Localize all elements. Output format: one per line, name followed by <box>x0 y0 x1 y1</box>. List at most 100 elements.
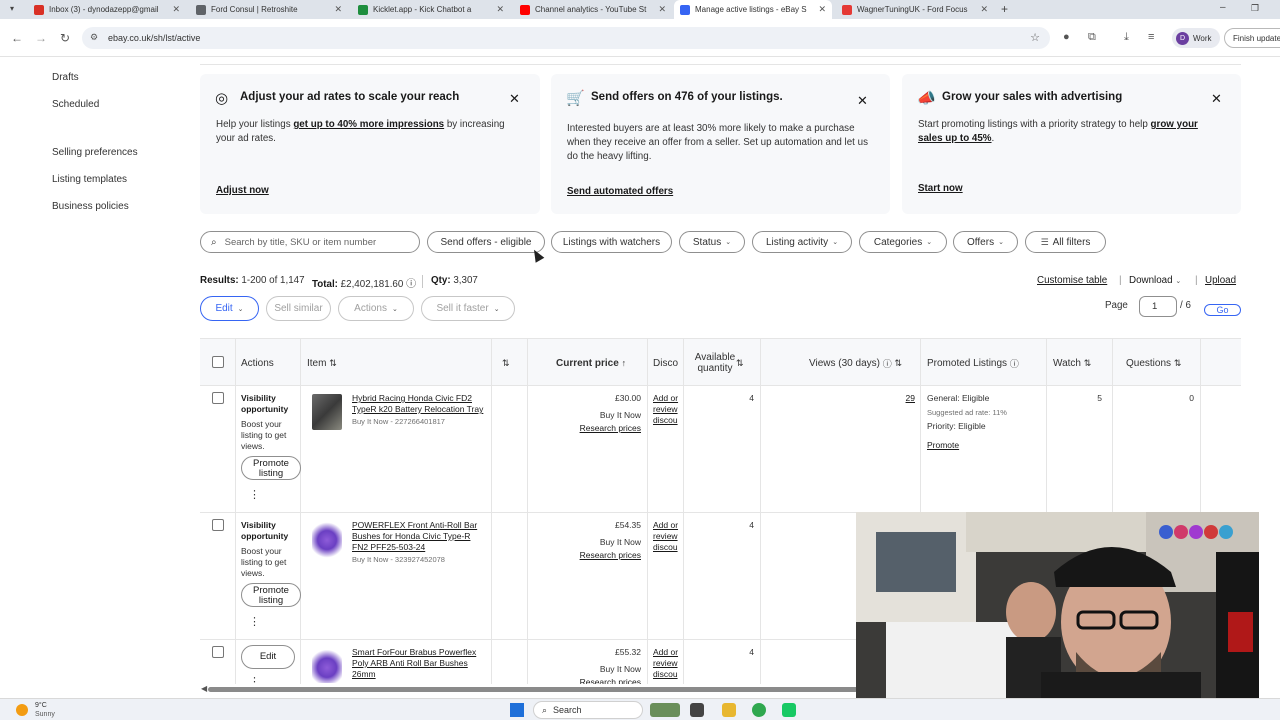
research-prices-link[interactable]: Research prices <box>533 550 641 561</box>
sidebar-item-drafts[interactable]: Drafts <box>52 72 79 83</box>
profile-button[interactable]: D Work <box>1172 28 1220 48</box>
filter-send-offers-eligible[interactable]: Send offers - eligible <box>427 231 545 253</box>
actions-button[interactable]: Actions ⌄ <box>338 296 414 321</box>
tab-list-chevron-icon[interactable]: ▾ <box>10 4 14 13</box>
sell-similar-button[interactable]: Sell similar <box>266 296 331 321</box>
row-checkbox[interactable] <box>212 519 224 531</box>
chrome-icon[interactable] <box>752 703 766 717</box>
edit-button[interactable]: Edit ⌄ <box>200 296 259 321</box>
column-watchers[interactable]: Watch ⇅ <box>1053 339 1091 387</box>
column-questions[interactable]: Questions ⇅ <box>1126 339 1181 387</box>
edit-listing-button[interactable]: Edit <box>241 645 295 669</box>
download-menu[interactable]: Download ⌄ <box>1129 275 1181 286</box>
reload-icon[interactable]: ↻ <box>60 31 70 45</box>
discount-link[interactable]: Add or review discou <box>653 647 683 683</box>
upload-link[interactable]: Upload <box>1205 275 1236 286</box>
tab-label: Manage active listings - eBay S <box>695 5 807 14</box>
sidebar-item-business-policies[interactable]: Business policies <box>52 201 129 212</box>
filter-status[interactable]: Status ⌄ <box>679 231 745 253</box>
tab-ebay-active[interactable]: Manage active listings - eBay S ✕ <box>674 0 832 19</box>
extensions-puzzle-icon[interactable]: ⧉ <box>1088 31 1096 44</box>
menu-queue-icon[interactable]: ≡ <box>1148 31 1154 43</box>
site-info-icon[interactable]: ⚙ <box>90 32 98 43</box>
sort-icon[interactable]: ⇅ <box>502 339 510 387</box>
filter-listing-activity[interactable]: Listing activity ⌄ <box>752 231 852 253</box>
more-options-icon[interactable]: ⋮ <box>249 488 260 501</box>
tab-label: WagnerTuningUK - Ford Focus <box>857 5 968 14</box>
listing-search-input[interactable]: ⌕ Search by title, SKU or item number <box>200 231 420 253</box>
column-promoted-listings[interactable]: Promoted Listings ⓘ <box>927 339 1019 387</box>
adjust-now-link[interactable]: Adjust now <box>216 185 269 196</box>
sort-icon[interactable]: ⇅ <box>736 339 744 387</box>
close-icon[interactable]: ✕ <box>172 4 180 15</box>
item-title[interactable]: Smart ForFour Brabus Powerflex Poly ARB … <box>352 647 487 683</box>
more-options-icon[interactable]: ⋮ <box>249 615 260 628</box>
info-icon[interactable]: ⓘ <box>406 279 416 290</box>
item-title[interactable]: Hybrid Racing Honda Civic FD2 TypeR k20 … <box>352 393 487 415</box>
close-icon[interactable]: ✕ <box>818 4 826 15</box>
scroll-left-icon[interactable]: ◀ <box>201 684 207 693</box>
promote-listing-button[interactable]: Promote listing <box>241 583 301 607</box>
app-icon[interactable] <box>782 703 796 717</box>
sidebar-item-selling-preferences[interactable]: Selling preferences <box>52 147 138 158</box>
horizontal-scrollbar[interactable] <box>208 687 858 692</box>
minimize-icon[interactable]: – <box>1220 2 1226 13</box>
tab-kicklet[interactable]: Kicklet.app - Kick Chatbot a ✕ <box>352 0 510 19</box>
promote-listing-button[interactable]: Promote listing <box>241 456 301 480</box>
new-tab-icon[interactable]: + <box>1001 2 1008 16</box>
close-icon[interactable]: ✕ <box>496 4 504 15</box>
close-icon[interactable]: ✕ <box>509 91 520 107</box>
go-button[interactable]: Go <box>1204 304 1241 316</box>
close-icon[interactable]: ✕ <box>334 4 342 15</box>
item-thumbnail[interactable] <box>312 522 342 558</box>
taskbar-search[interactable]: ⌕ Search <box>533 701 643 719</box>
promote-link[interactable]: Promote <box>927 440 959 451</box>
page-number-input[interactable]: 1 <box>1139 296 1177 317</box>
filter-all-filters[interactable]: ☰ All filters <box>1025 231 1106 253</box>
column-current-price[interactable]: Current price ↑ <box>556 339 626 387</box>
widgets-icon[interactable] <box>650 703 680 717</box>
back-icon[interactable]: ← <box>11 31 23 45</box>
select-all-checkbox[interactable] <box>212 356 224 368</box>
start-now-link[interactable]: Start now <box>918 183 963 194</box>
close-icon[interactable]: ✕ <box>980 4 988 15</box>
column-views[interactable]: Views (30 days) ⓘ ⇅ <box>809 339 902 387</box>
file-explorer-icon[interactable] <box>722 703 736 717</box>
restore-icon[interactable]: ❐ <box>1251 3 1259 14</box>
windows-start-icon[interactable] <box>510 703 524 717</box>
filter-offers[interactable]: Offers ⌄ <box>953 231 1018 253</box>
column-available-quantity[interactable]: Available quantity <box>690 339 740 387</box>
discount-link[interactable]: Add or review discou <box>653 393 683 426</box>
close-icon[interactable]: ✕ <box>1211 91 1222 107</box>
sidebar-item-listing-templates[interactable]: Listing templates <box>52 174 127 185</box>
filter-listings-with-watchers[interactable]: Listings with watchers <box>551 231 672 253</box>
item-thumbnail[interactable] <box>312 394 342 430</box>
item-title[interactable]: POWERFLEX Front Anti-Roll Bar Bushes for… <box>352 520 487 553</box>
sidebar-item-scheduled[interactable]: Scheduled <box>52 99 99 110</box>
column-item[interactable]: Item ⇅ <box>307 339 337 387</box>
tab-youtube-analytics[interactable]: Channel analytics - YouTube St ✕ <box>514 0 672 19</box>
tab-wagner[interactable]: WagnerTuningUK - Ford Focus ✕ <box>836 0 994 19</box>
send-automated-offers-link[interactable]: Send automated offers <box>567 186 673 197</box>
research-prices-link[interactable]: Research prices <box>533 423 641 434</box>
finish-update-button[interactable]: Finish update <box>1224 28 1280 48</box>
views-count[interactable]: 29 <box>766 393 915 404</box>
address-bar[interactable]: ⚙ ebay.co.uk/sh/lst/active ☆ <box>82 27 1050 49</box>
close-icon[interactable]: ✕ <box>857 93 868 109</box>
forward-icon[interactable]: → <box>35 31 47 45</box>
weather-sun-icon[interactable] <box>16 704 28 716</box>
customise-table-link[interactable]: Customise table <box>1037 275 1107 286</box>
item-thumbnail[interactable] <box>312 649 342 683</box>
sell-it-faster-button[interactable]: Sell it faster ⌄ <box>421 296 515 321</box>
extension-icon[interactable]: ● <box>1063 31 1070 43</box>
bookmark-star-icon[interactable]: ☆ <box>1030 31 1040 44</box>
tab-retroshite[interactable]: Ford Consul | Retroshite ✕ <box>190 0 348 19</box>
close-icon[interactable]: ✕ <box>658 4 666 15</box>
discount-link[interactable]: Add or review discou <box>653 520 683 553</box>
download-icon[interactable]: ⤓ <box>1124 31 1129 44</box>
row-checkbox[interactable] <box>212 392 224 404</box>
row-checkbox[interactable] <box>212 646 224 658</box>
task-view-icon[interactable] <box>690 703 704 717</box>
filter-categories[interactable]: Categories ⌄ <box>859 231 947 253</box>
tab-gmail[interactable]: Inbox (3) - dynodazepp@gmail ✕ <box>28 0 186 19</box>
